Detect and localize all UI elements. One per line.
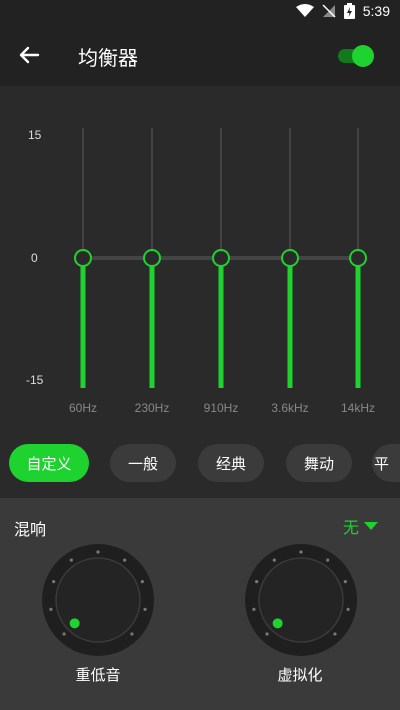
band-level-bar	[287, 258, 293, 388]
back-arrow-icon	[19, 46, 40, 64]
status-bar: 5:39	[0, 0, 400, 24]
reverb-label: 混响	[14, 520, 47, 539]
preset-label: 平	[374, 454, 390, 473]
band-handle[interactable]	[143, 249, 161, 267]
knob-tick-dot	[343, 580, 347, 584]
knob-tick-dot	[96, 550, 100, 554]
knob-tick-dot	[143, 607, 147, 611]
knob-tick-dot	[252, 607, 256, 611]
reverb-dropdown[interactable]: 无	[343, 514, 379, 538]
knob-tick-dot	[69, 558, 73, 562]
knob-tick-dot	[130, 632, 134, 636]
knob-tick-dot	[255, 580, 259, 584]
band-frequency-label: 60Hz	[69, 401, 97, 415]
preset-label: 舞动	[303, 454, 334, 473]
effects-panel: 混响 无 重低音 虚拟化	[0, 498, 400, 710]
band-frequency-label: 3.6kHz	[271, 401, 308, 415]
knob-inner-dial	[258, 557, 344, 643]
reverb-value: 无	[343, 518, 360, 537]
band-level-bar	[218, 258, 224, 388]
knob-tick-dot	[140, 580, 144, 584]
toggle-thumb	[352, 45, 374, 67]
app-bar: 均衡器	[0, 24, 400, 86]
knob-inner-dial	[55, 557, 141, 643]
knob-dial	[245, 544, 357, 656]
band-frequency-label: 14kHz	[341, 401, 375, 415]
status-icons: 5:39	[295, 3, 390, 19]
back-button[interactable]	[14, 40, 46, 70]
knob-tick-dot	[265, 632, 269, 636]
battery-charging-icon	[343, 3, 355, 19]
preset-chip-flat[interactable]: 平	[372, 444, 400, 482]
virtualizer-label: 虚拟化	[277, 666, 323, 684]
wifi-icon	[295, 4, 314, 17]
preset-chip-normal[interactable]: 一般	[110, 444, 176, 482]
bass-boost-label: 重低音	[75, 666, 121, 684]
band-handle[interactable]	[74, 249, 92, 267]
preset-list: 自定义 一般 经典 舞动 平	[0, 432, 400, 492]
band-handle[interactable]	[281, 249, 299, 267]
preset-chip-custom[interactable]: 自定义	[9, 444, 89, 482]
preset-chip-classical[interactable]: 经典	[198, 444, 264, 482]
band-frequency-label: 910Hz	[204, 401, 239, 415]
bass-boost-knob[interactable]	[40, 542, 156, 658]
equalizer-sliders: 60Hz 230Hz 910Hz 3.6kHz 14kHz	[69, 128, 375, 415]
no-signal-icon	[322, 4, 336, 18]
knob-indicator-dot	[69, 618, 80, 629]
preset-label: 自定义	[26, 454, 72, 473]
band-handle[interactable]	[349, 249, 367, 267]
page-title: 均衡器	[78, 46, 138, 70]
knob-tick-dot	[326, 558, 330, 562]
virtualizer-knob[interactable]	[243, 542, 359, 658]
knob-dial	[42, 544, 154, 656]
preset-chip-dance[interactable]: 舞动	[286, 444, 352, 482]
knob-tick-dot	[49, 607, 53, 611]
knob-tick-dot	[52, 580, 56, 584]
band-level-bar	[355, 258, 361, 388]
knob-tick-dot	[299, 550, 303, 554]
knob-indicator-dot	[272, 618, 283, 629]
preset-label: 一般	[127, 454, 158, 473]
band-frequency-label: 230Hz	[135, 401, 170, 415]
dropdown-triangle-icon	[364, 522, 379, 530]
knob-tick-dot	[346, 607, 350, 611]
preset-label: 经典	[215, 454, 246, 473]
knob-tick-dot	[62, 632, 66, 636]
band-handle[interactable]	[212, 249, 230, 267]
equalizer-toggle[interactable]	[338, 44, 374, 67]
knob-tick-dot	[272, 558, 276, 562]
equalizer-panel: 15 0 -15 60Hz 230Hz 910Hz 3.6kHz 14kHz	[0, 86, 400, 421]
status-time: 5:39	[362, 3, 390, 19]
band-level-bar	[149, 258, 155, 388]
knob-tick-dot	[123, 558, 127, 562]
knob-tick-dot	[333, 632, 337, 636]
band-level-bar	[80, 258, 86, 388]
